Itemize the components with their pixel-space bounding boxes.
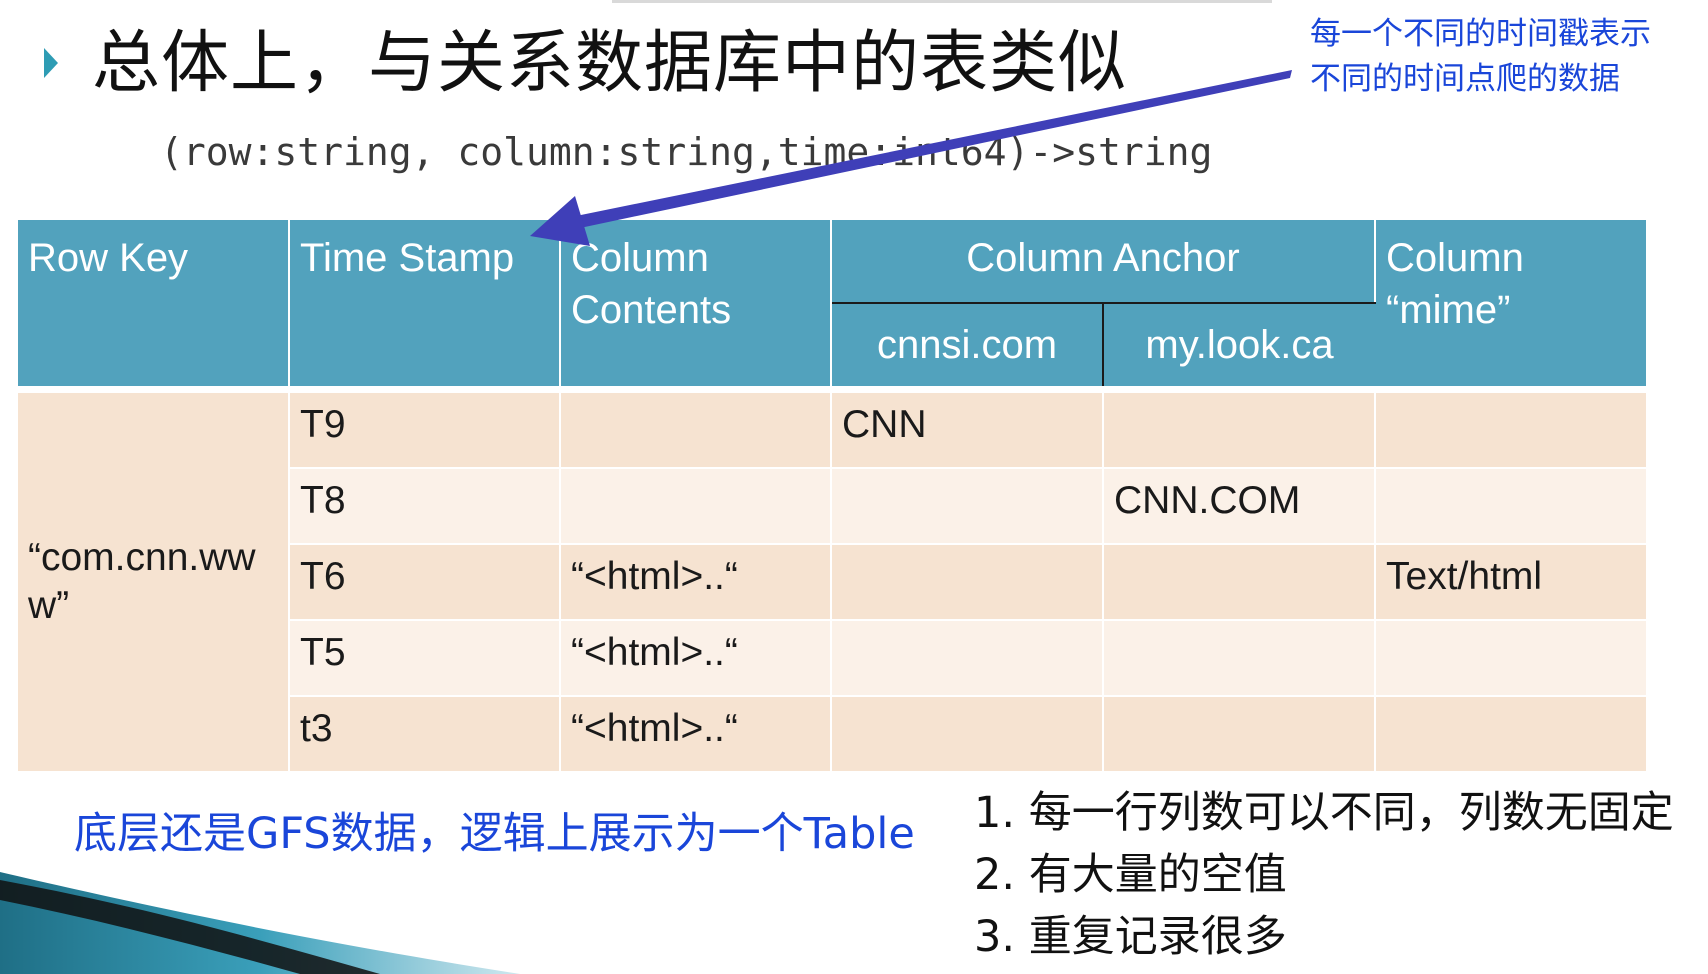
time-stamp-cell: T5 — [289, 619, 561, 696]
annotation-note: 每一个不同的时间戳表示 不同的时间点爬的数据 — [1310, 12, 1651, 102]
contents-cell: “<html>..“ — [560, 695, 832, 771]
list-item: 2. 有大量的空值 — [974, 850, 1287, 900]
header-anchor-cnnsi: cnnsi.com — [831, 303, 1104, 390]
mime-cell — [1375, 695, 1647, 771]
table-row: “com.cnn.www” T9 CNN — [18, 386, 1647, 771]
anchor-cnnsi-cell — [831, 695, 1104, 771]
row-key-cell: “com.cnn.www” — [18, 386, 290, 771]
annotation-line-1: 每一个不同的时间戳表示 — [1310, 16, 1651, 52]
annotation-line-2: 不同的时间点爬的数据 — [1310, 61, 1620, 97]
bullet-arrow-icon — [44, 48, 58, 78]
anchor-mylook-cell — [1103, 619, 1377, 696]
decorative-swoosh — [0, 872, 520, 974]
contents-cell — [560, 467, 832, 544]
type-signature: (row:string, column:string,time:int64)->… — [160, 130, 1213, 174]
time-stamp-cell: t3 — [289, 695, 561, 771]
time-stamp-cell: T8 — [289, 467, 561, 544]
slide-title: 总体上，与关系数据库中的表类似 — [92, 24, 1128, 103]
anchor-mylook-cell — [1103, 543, 1377, 620]
header-column-anchor: Column Anchor — [831, 220, 1377, 304]
mime-cell: Text/html — [1375, 543, 1647, 620]
list-item: 1. 每一行列数可以不同，列数无固定 — [974, 788, 1674, 838]
anchor-mylook-cell: CNN.COM — [1103, 467, 1377, 544]
footer-annotation: 底层还是GFS数据，逻辑上展示为一个Table — [74, 809, 915, 859]
anchor-cnnsi-cell — [831, 543, 1104, 620]
header-anchor-mylook: my.look.ca — [1103, 303, 1376, 390]
bigtable-example-table: Row Key Time Stamp Column Contents Colum… — [18, 220, 1647, 771]
anchor-mylook-cell — [1103, 386, 1377, 468]
header-time-stamp: Time Stamp — [289, 220, 561, 390]
list-item: 3. 重复记录很多 — [974, 912, 1287, 962]
header-row-key: Row Key — [18, 220, 290, 390]
anchor-cnnsi-cell — [831, 467, 1104, 544]
contents-cell — [560, 386, 832, 468]
top-divider — [612, 0, 1272, 3]
contents-cell: “<html>..“ — [560, 543, 832, 620]
mime-cell — [1375, 619, 1647, 696]
mime-cell — [1375, 467, 1647, 544]
observations-list: 1. 每一行列数可以不同，列数无固定 2. 有大量的空值 3. 重复记录很多 — [974, 782, 1674, 968]
mime-cell — [1375, 386, 1647, 468]
time-stamp-cell: T6 — [289, 543, 561, 620]
header-column-mime: Column “mime” — [1375, 220, 1647, 390]
anchor-cnnsi-cell — [831, 619, 1104, 696]
time-stamp-cell: T9 — [289, 386, 561, 468]
contents-cell: “<html>..“ — [560, 619, 832, 696]
header-column-contents: Column Contents — [560, 220, 832, 390]
anchor-mylook-cell — [1103, 695, 1377, 771]
anchor-cnnsi-cell: CNN — [831, 386, 1104, 468]
